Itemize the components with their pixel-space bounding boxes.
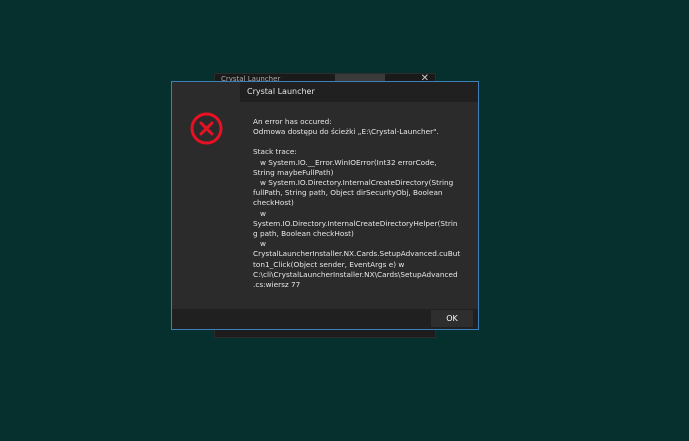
error-icon bbox=[190, 112, 223, 145]
dialog-footer: OK bbox=[172, 309, 478, 329]
message-line: w bbox=[253, 208, 266, 218]
ok-button[interactable]: OK bbox=[431, 310, 473, 327]
dialog-title: Crystal Launcher bbox=[247, 87, 315, 96]
error-dialog: Crystal Launcher An error has occured: O… bbox=[171, 81, 479, 330]
message-line: Odmowa dostępu do ścieżki „E:\Crystal-La… bbox=[253, 127, 439, 137]
message-line: System.IO.Directory.InternalCreateDirect… bbox=[253, 218, 458, 228]
message-line: Stack trace: bbox=[253, 147, 297, 157]
message-line: w System.IO.__Error.WinIOError(Int32 err… bbox=[253, 157, 437, 167]
message-line: String maybeFullPath) bbox=[253, 167, 334, 177]
error-message: An error has occured: Odmowa dostępu do … bbox=[253, 117, 468, 290]
message-line: ton1_Click(Object sender, EventArgs e) w bbox=[253, 259, 405, 269]
message-line: An error has occured: bbox=[253, 117, 332, 126]
message-line: .cs:wiersz 77 bbox=[253, 280, 301, 290]
dialog-titlebar[interactable]: Crystal Launcher bbox=[240, 82, 478, 102]
message-line: checkHost) bbox=[253, 198, 294, 208]
message-line: C:\cli\CrystalLauncherInstaller.NX\Cards… bbox=[253, 269, 458, 279]
message-line: w bbox=[253, 239, 266, 249]
message-line: g path, Boolean checkHost) bbox=[253, 229, 354, 239]
message-line: CrystalLauncherInstaller.NX.Cards.SetupA… bbox=[253, 249, 461, 259]
message-line bbox=[253, 137, 468, 147]
message-line: w System.IO.Directory.InternalCreateDire… bbox=[253, 178, 454, 188]
message-line: fullPath, String path, Object dirSecurit… bbox=[253, 188, 443, 198]
